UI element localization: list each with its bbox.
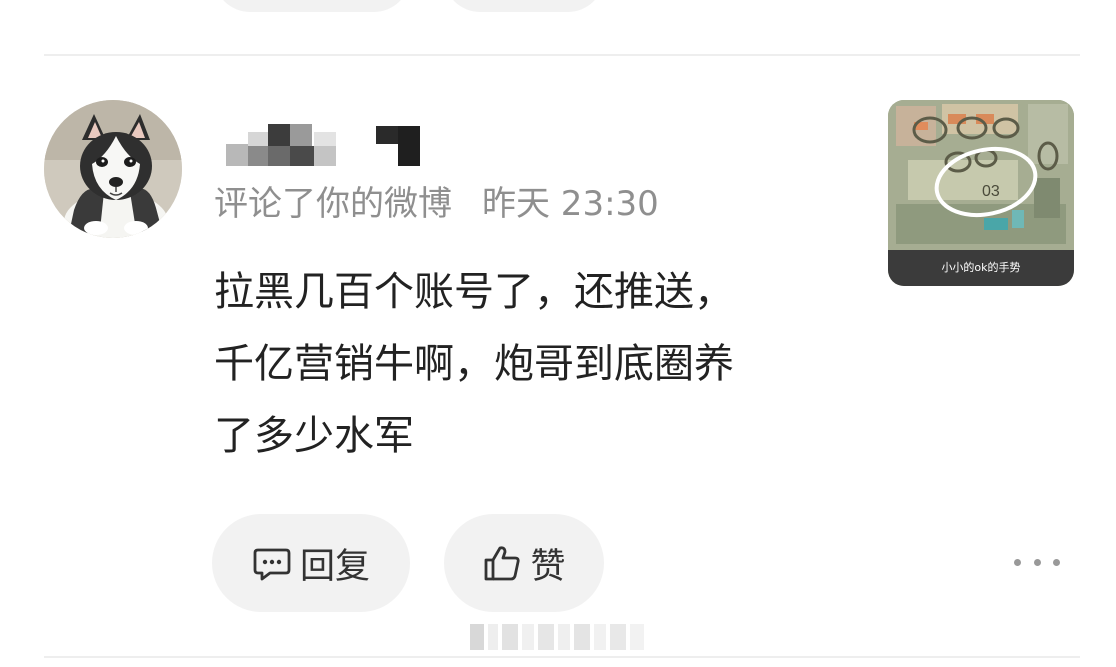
comment-line-1: 拉黑几百个账号了，还推送， — [214, 269, 734, 315]
like-button[interactable]: 赞 — [444, 514, 604, 612]
thumbnail-caption: 小小的ok的手势 — [888, 250, 1074, 286]
comment-timestamp: 昨天 23:30 — [482, 184, 659, 224]
avatar-husky-image — [44, 100, 182, 238]
thumbnail-image: 03 — [888, 100, 1074, 250]
comment-action-text: 评论了你的微博 — [214, 184, 452, 224]
previous-reply-button[interactable] — [214, 0, 410, 12]
reply-label: 回复 — [299, 546, 370, 587]
comment-line-2: 千亿营销牛啊，炮哥到底圈养 — [214, 341, 734, 387]
comment-bubble-icon — [253, 548, 291, 581]
user-avatar[interactable] — [44, 100, 182, 238]
bottom-divider — [44, 656, 1080, 658]
top-divider — [44, 54, 1080, 56]
comment-meta: 评论了你的微博 昨天 23:30 — [214, 180, 659, 228]
previous-like-button[interactable] — [444, 0, 604, 12]
weibo-thumbnail[interactable]: 03 小小的ok的手势 — [888, 100, 1074, 286]
like-label: 赞 — [530, 546, 566, 587]
more-dots-icon[interactable] — [1014, 548, 1060, 576]
watermark-smudge — [470, 624, 650, 654]
comment-line-3: 了多少水军 — [214, 413, 414, 459]
thumbnail-mark-text: 03 — [982, 183, 1000, 200]
comment-content[interactable]: 拉黑几百个账号了，还推送， 千亿营销牛啊，炮哥到底圈养 了多少水军 — [214, 256, 864, 472]
username-mosaic[interactable] — [226, 124, 426, 170]
notification-page: 评论了你的微博 昨天 23:30 拉黑几百个账号了，还推送， 千亿营销牛啊，炮哥到… — [0, 0, 1116, 667]
reply-button[interactable]: 回复 — [212, 514, 410, 612]
thumbs-up-icon — [485, 546, 521, 581]
